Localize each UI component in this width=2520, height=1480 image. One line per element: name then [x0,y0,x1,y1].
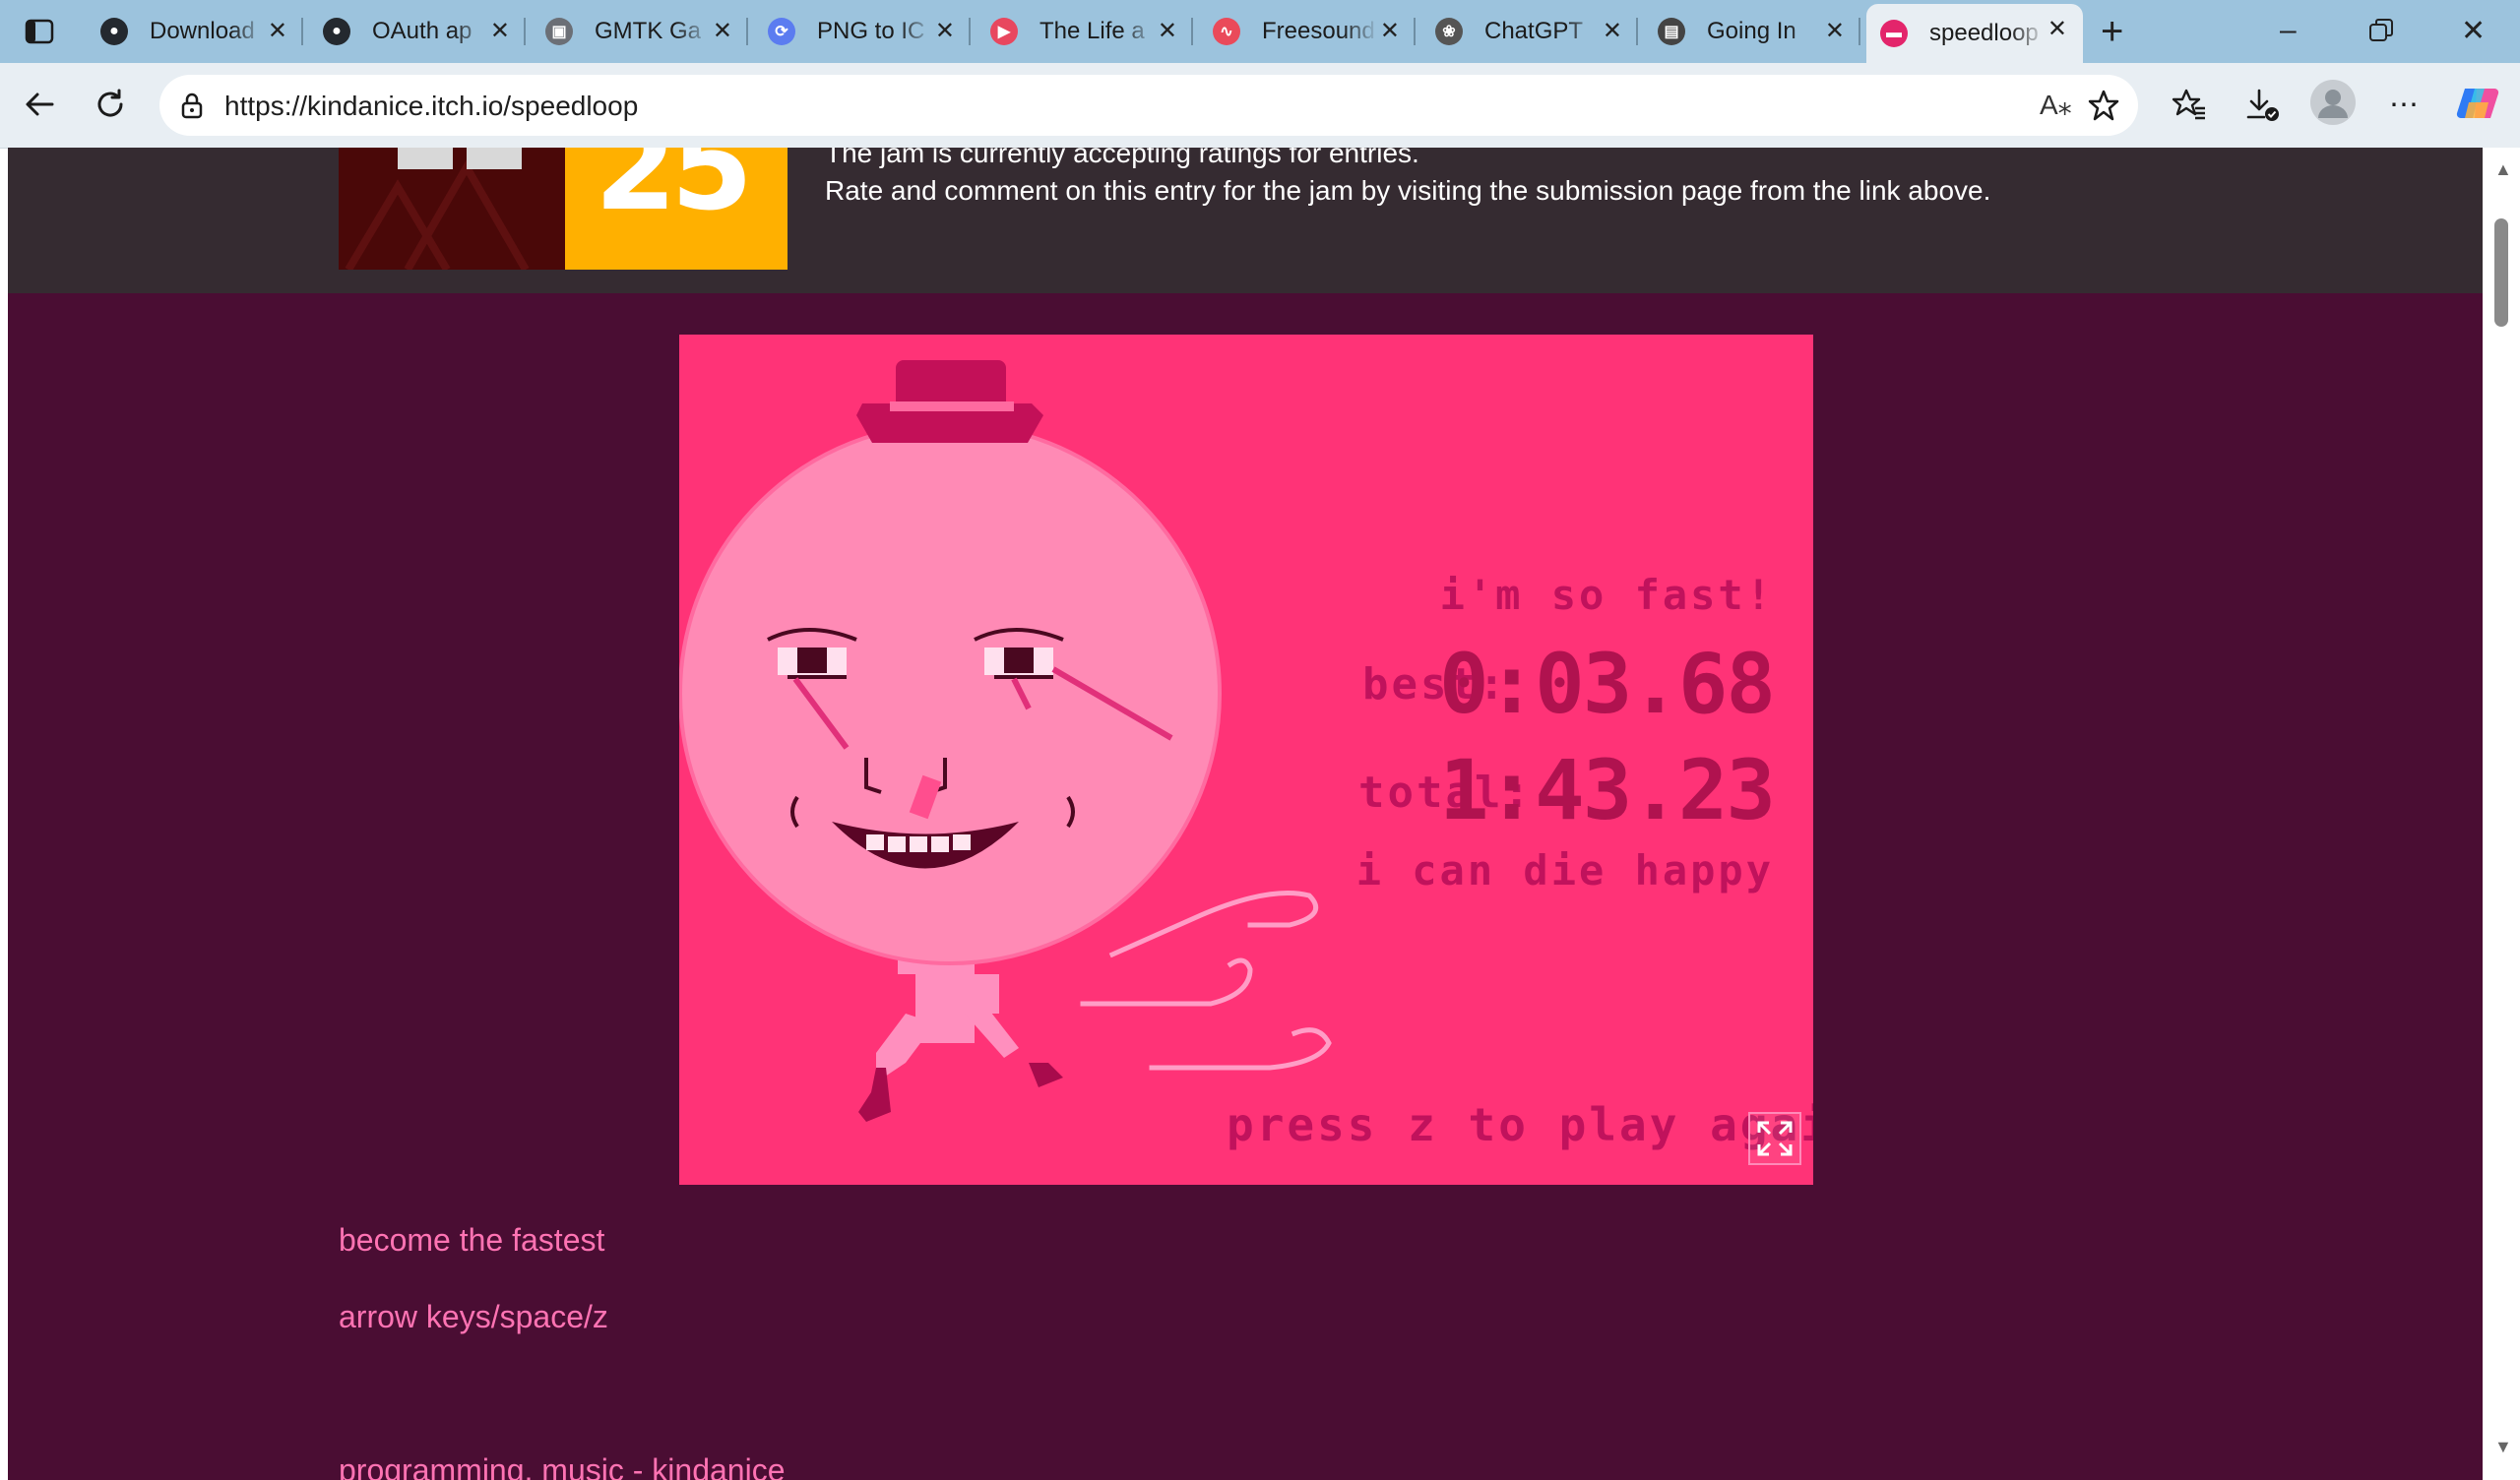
close-tab-icon[interactable]: ✕ [2048,18,2067,41]
close-tab-icon[interactable]: ✕ [713,20,732,43]
jam-rating-hint: Rate and comment on this entry for the j… [825,175,1991,206]
freesound-icon: ∿ [1213,18,1240,45]
close-tab-icon[interactable]: ✕ [1158,20,1177,43]
tab-title: PNG to IC [817,18,925,44]
jam-thumbnail-number: 25 [565,148,788,270]
description-tagline: become the fastest [339,1222,605,1258]
close-tab-icon[interactable]: ✕ [1603,20,1622,43]
more-options-icon[interactable]: ⋯ [2384,85,2424,124]
tab-separator [1191,18,1193,45]
itch-icon: ▣ [545,18,573,45]
scroll-up-icon[interactable]: ▲ [2494,159,2512,180]
tab-separator [1858,18,1860,45]
jam-banner: 25 The jam is currently accepting rating… [8,148,2483,293]
close-tab-icon[interactable]: ✕ [1825,20,1845,43]
tab-title: GMTK Ga [595,18,702,44]
browser-tab[interactable]: ❀ ChatGPT ✕ [1421,6,1638,57]
browser-tab[interactable]: ▶ The Life a ✕ [976,6,1193,57]
tab-title: ChatGPT [1484,18,1584,44]
jam-thumbnail-art [339,148,565,270]
close-tab-icon[interactable]: ✕ [935,20,955,43]
tab-separator [969,18,971,45]
total-time-value: 1:43.23 [1438,742,1776,838]
profile-avatar[interactable] [2309,79,2357,126]
jam-status-text: The jam is currently accepting ratings f… [825,148,1419,168]
tab-separator [301,18,303,45]
speedloop-icon: ▬ [1880,20,1908,47]
downloads-icon[interactable] [2242,85,2282,124]
github-icon: ● [323,18,350,45]
close-tab-icon[interactable]: ✕ [1380,20,1400,43]
restore-icon[interactable] [2368,18,2394,51]
browser-tab[interactable]: ▬ speedloop ✕ [1866,4,2083,63]
favorites-icon[interactable] [2170,85,2209,124]
address-bar[interactable]: https://kindanice.itch.io/speedloop A⁎ [159,75,2138,136]
game-message-bottom: i can die happy [1355,846,1774,894]
tab-strip: ● Download ✕ ● OAuth ap ✕ ▣ GMTK Ga ✕ ⟳ PNG to IC ✕… [0,0,2520,63]
game-canvas[interactable]: i'm so fast! best: 0:03.68 total: 1:43.2… [679,335,1813,1185]
description-credits: programming, music - kindanice [339,1452,786,1480]
lock-icon[interactable] [177,91,207,125]
page-scrollbar[interactable]: ▲ ▼ [2483,148,2520,1480]
tab-title: Going In [1707,18,1796,44]
jam-thumbnail-number-text: 25 [595,148,753,237]
page-content: 25 The jam is currently accepting rating… [8,148,2483,1480]
new-tab-button[interactable]: + [2101,12,2123,51]
browser-tab[interactable]: ▣ GMTK Ga ✕ [532,6,748,57]
tab-separator [1414,18,1416,45]
url-text[interactable]: https://kindanice.itch.io/speedloop [224,91,638,122]
tab-title: The Life a [1040,18,1145,44]
read-aloud-icon[interactable]: A⁎ [2040,89,2072,121]
github-icon: ● [100,18,128,45]
description-controls: arrow keys/space/z [339,1299,608,1334]
fullscreen-button[interactable] [1748,1112,1801,1165]
browser-tab[interactable]: ⟳ PNG to IC ✕ [754,6,971,57]
tab-title: Download [150,18,255,44]
game-message-top: i'm so fast! [1439,571,1774,619]
browser-tab[interactable]: ● Download ✕ [87,6,303,57]
close-tab-icon[interactable]: ✕ [490,20,510,43]
back-button[interactable] [18,83,61,126]
favorite-star-icon[interactable] [2087,89,2120,127]
convert-icon: ⟳ [768,18,795,45]
copilot-icon[interactable] [2455,81,2500,126]
tab-title: OAuth ap [372,18,472,44]
tab-title: speedloop [1929,20,2039,46]
minimize-icon[interactable]: – [2280,14,2297,47]
close-window-icon[interactable]: ✕ [2461,14,2486,48]
refresh-button[interactable] [89,83,132,126]
jam-icon: ▤ [1658,18,1685,45]
chatgpt-icon: ❀ [1435,18,1463,45]
navigation-bar: https://kindanice.itch.io/speedloop A⁎ ⋯ [0,63,2520,149]
browser-tab[interactable]: ∿ Freesound ✕ [1199,6,1416,57]
youtube-icon: ▶ [990,18,1018,45]
best-time-value: 0:03.68 [1438,636,1776,732]
close-tab-icon[interactable]: ✕ [268,20,287,43]
tab-separator [524,18,526,45]
play-again-prompt: press z to play again [1227,1098,1813,1151]
sidebar-toggle-icon[interactable] [24,16,55,47]
scroll-down-icon[interactable]: ▼ [2494,1437,2512,1457]
browser-tab[interactable]: ● OAuth ap ✕ [309,6,526,57]
fullscreen-icon [1757,1121,1793,1156]
scrollbar-thumb[interactable] [2494,218,2508,327]
browser-tab[interactable]: ▤ Going In ✕ [1644,6,1860,57]
tab-separator [746,18,748,45]
tab-separator [1636,18,1638,45]
tab-title: Freesound [1262,18,1375,44]
